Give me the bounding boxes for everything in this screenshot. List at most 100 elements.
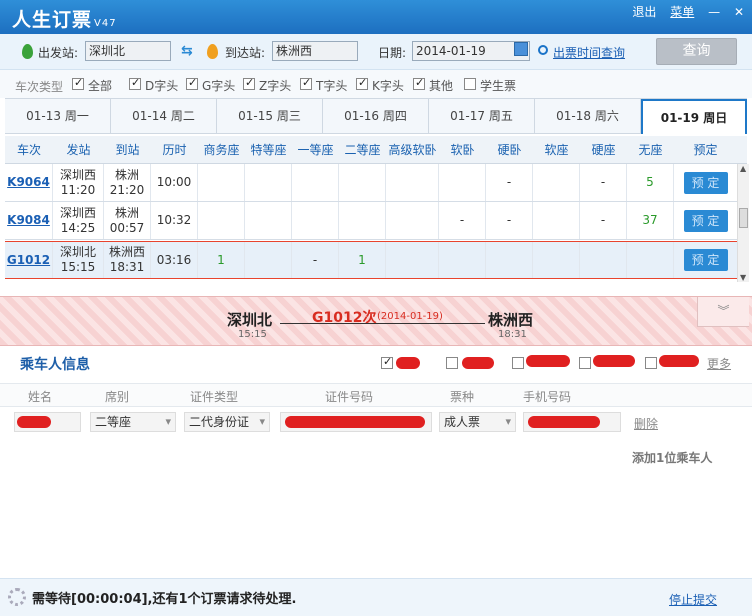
date-tab[interactable]: 01-17 周五 [429,99,535,134]
column-header: 预定 [693,143,718,157]
passenger-header: 乘车人信息 更多 [0,348,752,378]
checkbox-g[interactable] [186,76,198,90]
checkbox-other[interactable] [413,76,425,90]
to-station-input[interactable]: 株洲西 [272,41,358,61]
seat-standing: 5 [627,164,674,201]
passenger-columns: 姓名 席别 证件类型 证件号码 票种 手机号码 [0,383,752,407]
to-station: 株洲西 [108,245,145,259]
scroll-thumb[interactable] [739,208,748,228]
column-header: 车次 [16,143,41,157]
seat-hard-seat [580,242,627,278]
seat-deluxe-sleeper [386,242,439,278]
train-number-link[interactable]: K9064 [7,175,50,190]
table-row-selected[interactable]: G1012 深圳北 15:15 株洲西 18:31 03:16 1 - 1 预 定 [5,241,737,279]
column-header: 一等座 [297,143,334,157]
arrival-time: 00:57 [109,220,145,235]
book-button[interactable]: 预 定 [683,171,728,194]
seat-second [339,164,386,201]
column-header: 软卧 [450,143,475,157]
date-tab[interactable]: 01-13 周一 [5,99,111,134]
seat-premium [245,202,292,239]
delete-passenger-link[interactable]: 删除 [634,415,658,432]
timetable-query-link[interactable]: 出票时间查询 [553,44,625,61]
checkbox-t[interactable] [300,76,312,90]
passenger-checkbox[interactable] [645,357,657,369]
logout-link[interactable]: 退出 [632,5,656,19]
date-label: 日期: [378,46,407,60]
phone-field[interactable] [523,412,621,432]
date-input[interactable]: 2014-01-19 [412,41,530,61]
column-header: 商务座 [203,143,240,157]
location-pin-icon [207,44,218,59]
minimize-button[interactable]: — [708,5,720,19]
column-id-number: 证件号码 [325,390,374,404]
duration: 03:16 [151,242,198,278]
stop-submit-link[interactable]: 停止提交 [669,591,717,608]
checkbox-label: 学生票 [480,79,517,93]
seat-second: 1 [339,242,386,278]
more-passengers-link[interactable]: 更多 [707,355,731,372]
date-tab[interactable]: 01-16 周四 [323,99,429,134]
column-ticket-type: 票种 [450,390,475,404]
add-passenger-button[interactable]: 添加1位乘车人 [632,449,712,466]
checkbox-z[interactable] [243,76,255,90]
id-number-field[interactable] [280,412,432,432]
menu-link[interactable]: 菜单 [670,5,694,19]
route-arrow-icon [280,323,485,324]
redacted-name [17,416,51,428]
seat-soft-seat [533,164,580,201]
date-tabs: 01-13 周一 01-14 周二 01-15 周三 01-16 周四 01-1… [5,98,747,134]
date-tab[interactable]: 01-14 周二 [111,99,217,134]
passenger-checkbox[interactable] [446,357,458,369]
redacted-phone [528,416,600,428]
checkbox-k[interactable] [356,76,368,90]
seat-class-select[interactable]: 二等座 [90,412,176,432]
date-tab[interactable]: 01-18 周六 [535,99,641,134]
table-scrollbar[interactable]: ▲ ▼ [737,164,749,282]
query-button[interactable]: 查询 [656,38,737,65]
train-number-link[interactable]: K9084 [7,213,50,228]
to-station: 株洲 [114,167,139,182]
checkbox-label: K字头 [372,79,404,93]
ticket-type-select[interactable]: 成人票 [439,412,516,432]
passenger-checkbox[interactable] [579,357,591,369]
scroll-up-icon[interactable]: ▲ [740,164,746,173]
swap-icon[interactable]: ⇆ [181,43,193,59]
checkbox-label: 全部 [88,79,113,93]
checkbox-student[interactable] [464,78,476,90]
from-station-input[interactable]: 深圳北 [85,41,171,61]
column-header: 到站 [115,143,140,157]
seat-hard-sleeper: - [486,164,533,201]
column-header: 发站 [66,143,91,157]
seat-soft-sleeper [439,242,486,278]
train-number-link[interactable]: G1012 [7,253,50,268]
scroll-down-icon[interactable]: ▼ [740,273,746,282]
calendar-icon[interactable] [514,42,528,56]
search-icon [538,45,548,55]
table-row[interactable]: K9084 深圳西 14:25 株洲 00:57 10:32 - - - 37 预 … [5,202,737,240]
close-button[interactable]: ✕ [734,5,744,19]
book-button[interactable]: 预 定 [683,209,728,232]
from-station: 深圳西 [59,167,96,182]
checkbox-all[interactable] [72,76,84,90]
column-header: 高级软卧 [388,143,437,157]
checkbox-d[interactable] [129,76,141,90]
column-phone: 手机号码 [523,390,572,404]
date-tab-active[interactable]: 01-19 周日 [641,99,747,134]
column-header: 硬卧 [497,143,522,157]
passenger-checkbox[interactable] [381,355,393,369]
id-type-select[interactable]: 二代身份证 [184,412,270,432]
seat-standing [627,242,674,278]
book-button[interactable]: 预 定 [683,249,728,271]
checkbox-label: D字头 [145,79,179,93]
seat-first [292,202,339,239]
date-tab[interactable]: 01-15 周三 [217,99,323,134]
table-row[interactable]: K9064 深圳西 11:20 株洲 21:20 10:00 - - 5 预 定 [5,164,737,202]
passenger-checkbox[interactable] [512,357,524,369]
seat-deluxe-sleeper [386,164,439,201]
seat-soft-sleeper [439,164,486,201]
seat-hard-sleeper: - [486,202,533,239]
name-field[interactable] [14,412,81,432]
collapse-chevron-icon[interactable]: ︾ [697,297,749,327]
redacted-name [526,355,570,367]
